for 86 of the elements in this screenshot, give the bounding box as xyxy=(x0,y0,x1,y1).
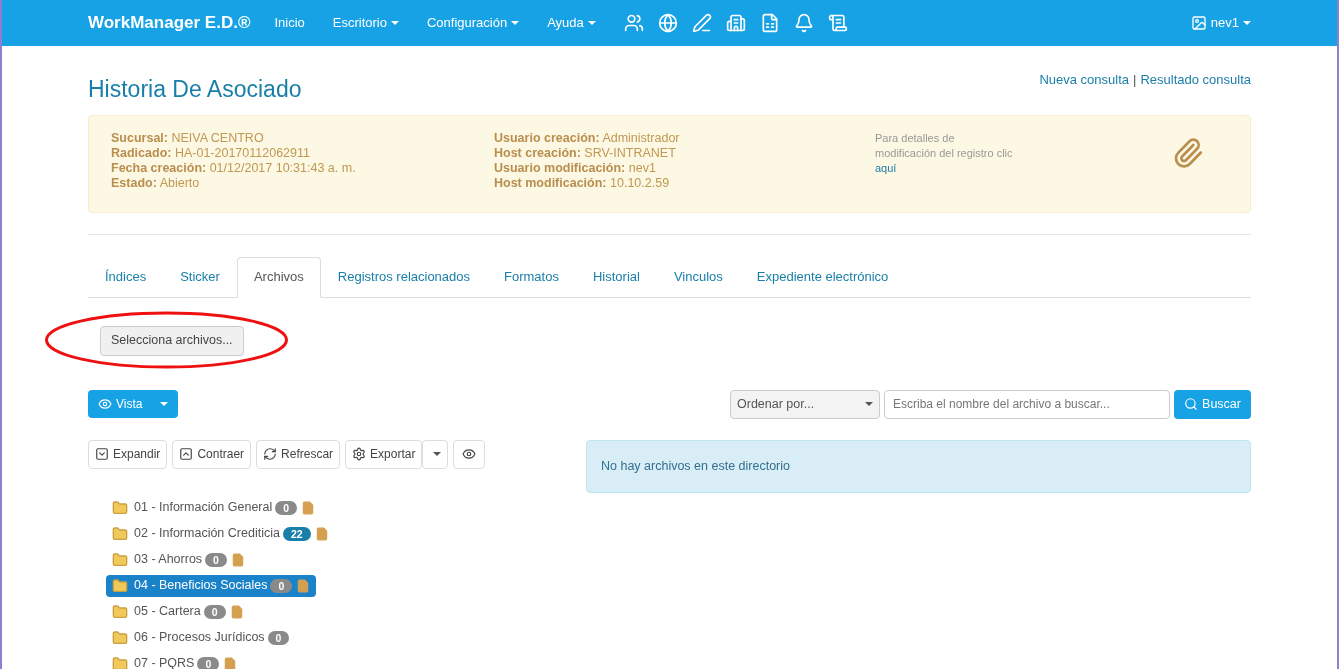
folder-name: 01 - Información General xyxy=(134,499,273,517)
info-alert: No hay archivos en este directorio xyxy=(586,439,1251,493)
count-badge: 0 xyxy=(197,656,220,669)
header-link[interactable]: Nueva consulta xyxy=(1039,70,1130,90)
paperclip-icon[interactable] xyxy=(1172,136,1204,169)
info-field: Fecha creación: 01/12/2017 10:31:43 a. m. xyxy=(111,160,494,176)
tab[interactable]: Índices xyxy=(88,256,164,297)
folder-tree-item[interactable]: 07 - PQRS 0 xyxy=(106,652,244,669)
toolbar-button[interactable]: Refrescar xyxy=(256,439,341,469)
caret-icon xyxy=(433,452,442,456)
folder-tree-item[interactable]: 03 - Ahorros 0 xyxy=(106,548,251,571)
search-button[interactable]: Buscar xyxy=(1174,389,1251,419)
refresh-icon xyxy=(263,447,278,461)
search-icon xyxy=(1184,397,1199,411)
info-field: Usuario creación: Administrador xyxy=(494,130,875,146)
view-button[interactable]: Vista xyxy=(88,390,178,418)
info-note: Para detalles de modificación del registro clic aquí xyxy=(875,130,1014,176)
collapse-icon xyxy=(179,447,194,461)
info-field: Estado: Abierto xyxy=(111,175,494,191)
count-badge: 0 xyxy=(267,630,290,645)
file-select-button[interactable]: Selecciona archivos... xyxy=(100,325,244,356)
eye-icon xyxy=(462,447,477,461)
tab[interactable]: Archivos xyxy=(236,256,321,298)
folder-tree-item[interactable]: 02 - Información Crediticia 22 xyxy=(106,522,335,545)
nav-menu-item[interactable]: Configuración xyxy=(426,13,520,33)
users-icon[interactable] xyxy=(623,13,644,33)
folder-name: 07 - PQRS xyxy=(134,655,195,669)
folder-icon xyxy=(112,525,128,542)
caret-icon xyxy=(865,402,873,406)
caret-icon xyxy=(160,402,168,406)
bell-icon[interactable] xyxy=(793,13,814,33)
pen-icon[interactable] xyxy=(691,13,712,33)
folder-icon xyxy=(112,499,128,516)
eye-icon xyxy=(98,397,112,411)
tab[interactable]: Registros relacionados xyxy=(320,256,488,297)
folder-name: 02 - Información Crediticia xyxy=(134,525,280,543)
folder-name: 05 - Cartera xyxy=(134,603,201,621)
toolbar-button[interactable]: Contraer xyxy=(172,439,252,469)
folder-tree-item[interactable]: 05 - Cartera 0 xyxy=(106,600,250,623)
info-field: Sucursal: NEIVA CENTRO xyxy=(111,130,494,146)
header-link[interactable]: Resultado consulta xyxy=(1140,70,1251,90)
brand-name[interactable]: WorkManager E.D.® xyxy=(88,10,251,36)
tab[interactable]: Expediente electrónico xyxy=(739,256,906,297)
document-icon[interactable] xyxy=(827,13,848,33)
folder-icon xyxy=(112,629,128,646)
building-icon[interactable] xyxy=(725,13,746,33)
folder-icon xyxy=(112,603,128,620)
user-menu[interactable]: nev1 xyxy=(1190,13,1251,33)
visibility-button[interactable] xyxy=(453,439,486,469)
toolbar-button[interactable]: Exportar xyxy=(345,439,423,469)
tab[interactable]: Vinculos xyxy=(656,256,740,297)
tab[interactable]: Historial xyxy=(575,256,657,297)
broken-image-icon xyxy=(1190,15,1207,31)
search-field[interactable]: Escriba el nombre del archivo a buscar... xyxy=(884,389,1170,419)
tab[interactable]: Formatos xyxy=(487,256,576,297)
count-badge: 0 xyxy=(205,552,227,567)
folder-tree-item[interactable]: 04 - Beneficios Sociales 0 xyxy=(106,574,317,597)
folder-name: 06 - Procesos Jurídicos xyxy=(134,629,265,647)
folder-icon xyxy=(112,577,128,594)
link-separator: | xyxy=(1133,71,1137,89)
nav-menu-item[interactable]: Escritorio xyxy=(332,13,399,33)
count-badge: 0 xyxy=(203,604,226,619)
tab[interactable]: Sticker xyxy=(163,256,237,297)
count-badge: 0 xyxy=(275,500,298,515)
folder-name: 04 - Beneficios Sociales xyxy=(134,577,268,595)
here-link[interactable]: aquí xyxy=(875,161,897,174)
folder-tree-item[interactable]: 01 - Información General 0 xyxy=(106,496,322,519)
folder-name: 03 - Ahorros xyxy=(134,551,203,569)
folder-icon xyxy=(112,655,128,669)
info-field: Host creación: SRV-INTRANET xyxy=(494,145,875,161)
info-field: Radicado: HA-01-20170112062911 xyxy=(111,145,494,161)
folder-tree-item[interactable]: 06 - Procesos Jurídicos 0 xyxy=(106,626,296,649)
caret-icon xyxy=(1243,21,1251,25)
gear-icon xyxy=(352,447,367,461)
globe-icon[interactable] xyxy=(657,13,678,33)
page-title: Historia De Asociado xyxy=(88,75,302,104)
info-field: Usuario modificación: nev1 xyxy=(494,160,875,176)
count-badge: 0 xyxy=(270,578,293,593)
toolbar-button[interactable]: Expandir xyxy=(88,439,168,469)
nav-menu-item[interactable]: Ayuda xyxy=(547,13,596,33)
expand-icon xyxy=(95,447,109,461)
nav-menu-item[interactable]: Inicio xyxy=(274,13,305,33)
info-field: Host modificación: 10.10.2.59 xyxy=(494,175,875,191)
count-badge: 22 xyxy=(282,526,311,541)
sort-select[interactable]: Ordenar por... xyxy=(730,389,880,419)
folder-icon xyxy=(112,551,128,568)
